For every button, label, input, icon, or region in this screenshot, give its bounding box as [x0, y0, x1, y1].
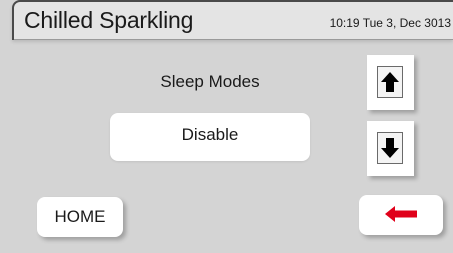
datetime-display: 10:19 Tue 3, Dec 3013	[329, 16, 451, 30]
back-button[interactable]	[359, 195, 443, 235]
setting-value: Disable	[181, 125, 239, 144]
arrow-down-icon	[377, 132, 403, 164]
arrow-left-icon	[385, 206, 417, 222]
home-button-label: HOME	[54, 207, 106, 226]
scroll-down-button[interactable]	[367, 121, 414, 176]
setting-label: Sleep Modes	[160, 72, 260, 91]
screen: Chilled Sparkling 10:19 Tue 3, Dec 3013 …	[0, 0, 453, 253]
arrow-up-icon	[377, 66, 403, 98]
scroll-up-button[interactable]	[367, 55, 414, 110]
page-title: Chilled Sparkling	[24, 7, 194, 33]
header-bar: Chilled Sparkling 10:19 Tue 3, Dec 3013	[12, 0, 453, 40]
home-button[interactable]: HOME	[37, 197, 123, 237]
setting-value-box: Disable	[110, 113, 310, 161]
